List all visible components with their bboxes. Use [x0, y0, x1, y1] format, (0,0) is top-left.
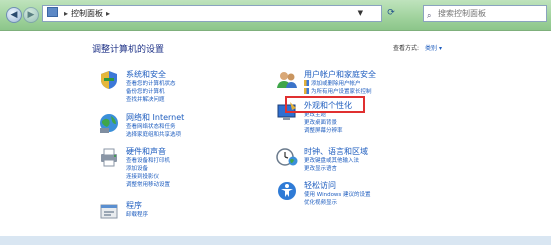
- users-icon: [277, 72, 297, 88]
- category-links: 查看网络状态和任务 选择家庭组和共享选项: [126, 123, 181, 139]
- globe-icon: [100, 114, 118, 133]
- category-link[interactable]: 连接到投影仪: [126, 173, 170, 181]
- category-links: 查看您的计算机状态 备份您的计算机 查找并解决问题: [126, 80, 176, 104]
- category-links: 更改键盘或其他输入法 更改显示语言: [304, 157, 359, 173]
- uac-shield-icon: [304, 88, 309, 94]
- control-panel-icon: [47, 7, 58, 17]
- control-panel-window: ◀ ▶ ▸控制面板▸ ▼ ⟳ ⌕ 调整计算机的设置 查看方式: 类别▾ 系统和安全…: [0, 0, 551, 245]
- category-link[interactable]: 查看设备和打印机: [126, 157, 170, 165]
- breadcrumb-chevron-icon: ▸: [106, 9, 111, 18]
- category-links: 使用 Windows 建议的设置 优化视频显示: [304, 191, 371, 207]
- clock-globe-icon: [276, 148, 298, 166]
- category-hardware-sound: 硬件和声音 查看设备和打印机 添加设备 连接到投影仪 调整常用移动设置: [98, 146, 268, 190]
- category-network-internet: 网络和 Internet 查看网络状态和任务 选择家庭组和共享选项: [98, 112, 268, 142]
- category-link[interactable]: 查看网络状态和任务: [126, 123, 181, 131]
- ease-of-access-icon: [278, 182, 296, 200]
- category-links: 添加或删除用户帐户 为所有用户设置家长控制: [304, 80, 372, 96]
- category-link[interactable]: 使用 Windows 建议的设置: [304, 191, 371, 199]
- category-user-accounts: 用户帐户和家庭安全 添加或删除用户帐户 为所有用户设置家长控制: [276, 69, 456, 95]
- view-by-label: 查看方式:: [393, 45, 420, 52]
- category-link[interactable]: 更改键盘或其他输入法: [304, 157, 359, 165]
- system-security-icon: [101, 71, 117, 89]
- uac-shield-icon: [304, 80, 309, 86]
- category-link[interactable]: 选择家庭组和共享选项: [126, 131, 181, 139]
- printer-icon: [101, 148, 117, 167]
- category-link[interactable]: 调整常用移动设置: [126, 181, 170, 189]
- view-by-select[interactable]: 类别: [425, 45, 437, 52]
- category-title[interactable]: 系统和安全: [126, 69, 166, 80]
- category-link[interactable]: 更改显示语言: [304, 165, 359, 173]
- breadcrumb-chevron-icon: ▸: [64, 9, 69, 18]
- address-bar[interactable]: ▸ 控制面板 ▸ ▼: [42, 5, 382, 22]
- category-system-security: 系统和安全 查看您的计算机状态 备份您的计算机 查找并解决问题: [98, 69, 268, 105]
- back-button[interactable]: ◀: [6, 7, 22, 23]
- category-link[interactable]: 更改桌面背景: [304, 119, 343, 127]
- category-programs: 程序 卸载程序: [98, 200, 268, 224]
- search-icon: ⌕: [427, 11, 432, 20]
- category-links: 更改主题 更改桌面背景 调整屏幕分辨率: [304, 111, 343, 135]
- highlight-box: [285, 96, 365, 113]
- category-links: 卸载程序: [126, 211, 148, 219]
- category-clock-language-region: 时钟、语言和区域 更改键盘或其他输入法 更改显示语言: [276, 146, 456, 172]
- category-title[interactable]: 硬件和声音: [126, 146, 166, 157]
- page-title: 调整计算机的设置: [92, 45, 165, 55]
- category-link[interactable]: 优化视频显示: [304, 199, 371, 207]
- category-links: 查看设备和打印机 添加设备 连接到投影仪 调整常用移动设置: [126, 157, 170, 189]
- programs-icon: [100, 204, 118, 219]
- window-bottom-edge: [0, 236, 551, 245]
- category-title[interactable]: 网络和 Internet: [126, 112, 184, 123]
- chevron-down-icon[interactable]: ▾: [439, 45, 442, 52]
- category-link[interactable]: 备份您的计算机: [126, 88, 176, 96]
- category-ease-of-access: 轻松访问 使用 Windows 建议的设置 优化视频显示: [276, 180, 456, 206]
- category-link[interactable]: 调整屏幕分辨率: [304, 127, 343, 135]
- search-input[interactable]: [424, 8, 540, 19]
- category-link[interactable]: 查看您的计算机状态: [126, 80, 176, 88]
- category-title[interactable]: 轻松访问: [304, 180, 336, 191]
- address-dropdown-icon[interactable]: ▼: [358, 6, 363, 21]
- breadcrumb-control-panel[interactable]: 控制面板: [71, 9, 103, 18]
- forward-button[interactable]: ▶: [23, 7, 39, 23]
- category-link-text[interactable]: 为所有用户设置家长控制: [311, 89, 372, 95]
- category-title[interactable]: 时钟、语言和区域: [304, 146, 368, 157]
- category-link[interactable]: 添加设备: [126, 165, 170, 173]
- view-by: 查看方式: 类别 ▾: [393, 43, 442, 52]
- address-toolbar: ◀ ▶ ▸ 控制面板 ▸ ▼ ⟳ ⌕: [0, 0, 551, 31]
- category-link[interactable]: 为所有用户设置家长控制: [304, 88, 372, 96]
- search-box[interactable]: ⌕: [423, 5, 547, 22]
- category-link-text[interactable]: 添加或删除用户帐户: [311, 81, 361, 87]
- category-title[interactable]: 程序: [126, 200, 142, 211]
- category-title[interactable]: 用户帐户和家庭安全: [304, 69, 376, 80]
- refresh-icon[interactable]: ⟳: [384, 6, 398, 20]
- category-link[interactable]: 卸载程序: [126, 211, 148, 219]
- category-link[interactable]: 添加或删除用户帐户: [304, 80, 372, 88]
- category-link[interactable]: 查找并解决问题: [126, 96, 176, 104]
